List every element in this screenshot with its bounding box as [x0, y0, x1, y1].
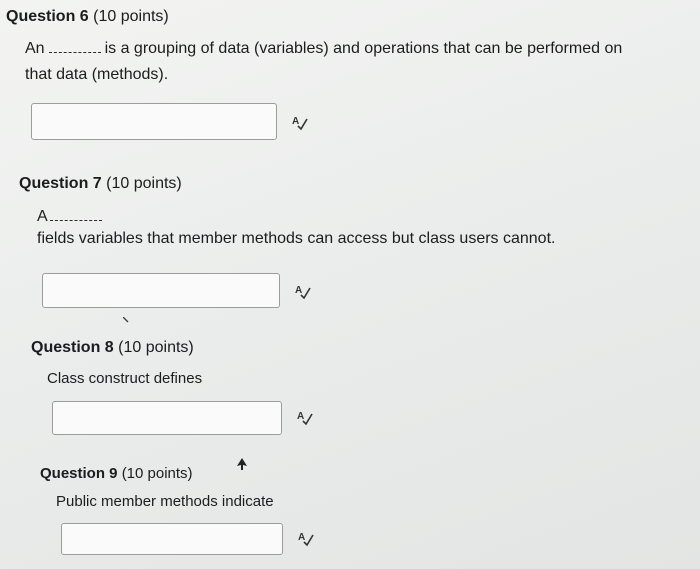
question-6-answer-input[interactable] — [31, 103, 277, 140]
question-7-answer-input[interactable] — [42, 273, 280, 308]
question-8-number: Question 8 — [31, 339, 114, 356]
question-6-points: (10 points) — [93, 8, 169, 25]
question-6-number: Question 6 — [6, 8, 89, 25]
question-6-text-end: is a grouping of data (variables) and op… — [104, 40, 623, 57]
question-6-text-start: An — [25, 40, 45, 57]
spellcheck-icon[interactable]: A — [294, 282, 312, 300]
stray-mark-icon — [123, 317, 129, 323]
svg-text:A: A — [297, 411, 304, 422]
question-7-number: Question 7 — [19, 175, 102, 192]
spellcheck-icon[interactable]: A — [296, 408, 314, 426]
mouse-cursor-icon — [237, 458, 247, 470]
spellcheck-icon[interactable]: A — [297, 529, 315, 547]
question-9-prompt: Public member methods indicate — [56, 493, 274, 510]
question-6-blank — [48, 42, 101, 53]
question-7-blank — [49, 210, 102, 221]
question-9-answer-input[interactable] — [61, 523, 283, 555]
question-7-text-start: A — [37, 208, 48, 225]
question-8-title: Question 8 (10 points) — [31, 339, 194, 357]
svg-text:A: A — [295, 285, 302, 296]
question-9-title: Question 9 (10 points) — [40, 465, 193, 482]
question-9-number: Question 9 — [40, 465, 118, 482]
svg-text:A: A — [298, 532, 305, 543]
question-7-points: (10 points) — [106, 175, 182, 192]
svg-text:A: A — [292, 116, 299, 127]
question-8-points: (10 points) — [118, 339, 194, 356]
question-8-answer-input[interactable] — [52, 401, 282, 435]
question-6-prompt: An is a grouping of data (variables) and … — [25, 36, 622, 62]
question-6-prompt-line2: that data (methods). — [25, 66, 169, 83]
spellcheck-icon[interactable]: A — [291, 113, 309, 131]
question-9-points: (10 points) — [121, 465, 193, 482]
question-6-title: Question 6 (10 points) — [6, 8, 169, 26]
question-8-prompt: Class construct defines — [47, 370, 203, 387]
question-7-prompt-line2: fields variables that member methods can… — [37, 230, 556, 247]
question-7-title: Question 7 (10 points) — [19, 175, 182, 193]
